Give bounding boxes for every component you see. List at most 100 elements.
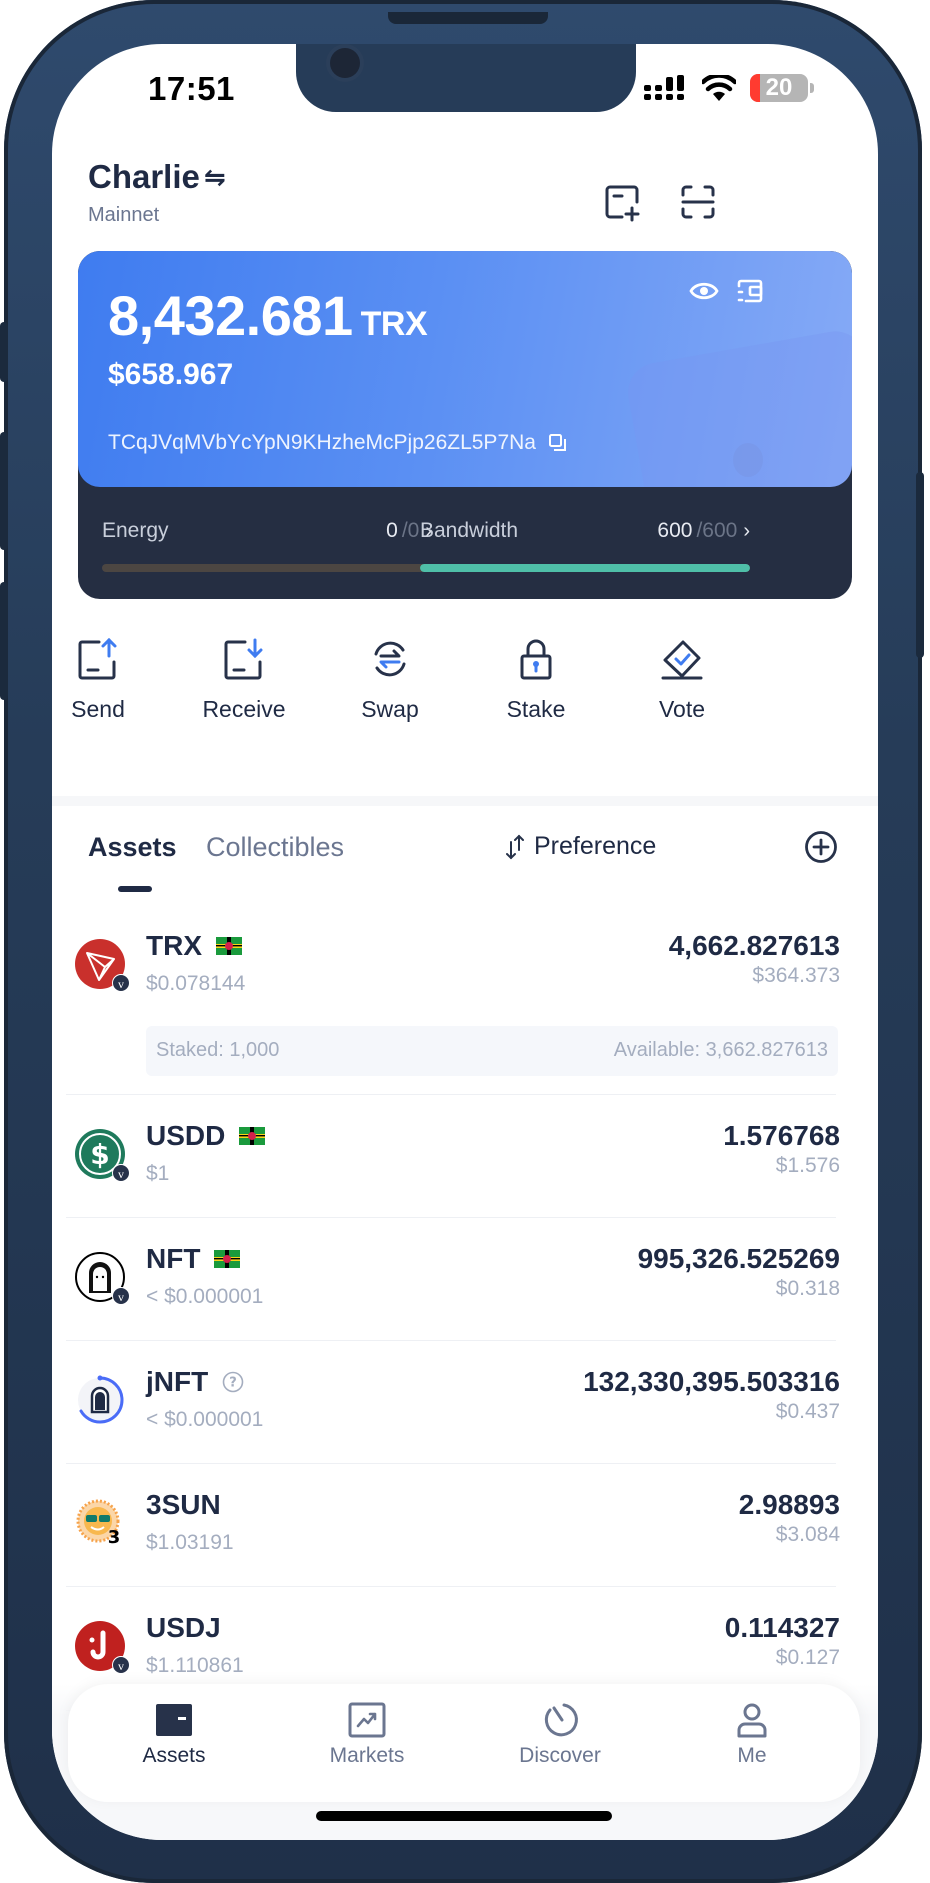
camera [330, 48, 360, 78]
quick-actions: Send Receive Swap Stake Vote [52, 636, 878, 756]
verified-badge: v [112, 974, 130, 992]
swap-button[interactable]: Swap [330, 636, 450, 723]
asset-usd-value: $3.084 [775, 1523, 840, 1546]
balance-card: 8,432.681 TRX $658.967 TCqJVqMVbYcYpN9KHz… [78, 251, 852, 599]
battery-icon: 20 [750, 74, 808, 102]
nav-assets[interactable]: Assets [114, 1702, 234, 1768]
asset-symbol: TRX [146, 930, 242, 962]
receive-button[interactable]: Receive [184, 636, 304, 723]
tab-collectibles[interactable]: Collectibles [206, 832, 344, 863]
asset-symbol-text: jNFT [146, 1366, 209, 1397]
asset-row-nft[interactable]: v NFT < $0.000001 995,326.525269 $0.318 [66, 1243, 864, 1343]
energy-label: Energy [102, 519, 169, 542]
cellular-signal-icon [644, 75, 684, 100]
add-token-icon[interactable] [804, 830, 838, 864]
speaker [388, 12, 548, 24]
status-time: 17:51 [148, 70, 235, 107]
send-icon [78, 637, 117, 680]
asset-price: $1.03191 [146, 1531, 234, 1554]
address-text: TCqJVqMVbYcYpN9KHzheMcPjp26ZL5P7Na [108, 431, 536, 454]
asset-balance: 0.114327 [724, 1612, 840, 1643]
energy-bar [102, 564, 432, 572]
verified-badge: v [112, 1287, 130, 1305]
send-button[interactable]: Send [52, 636, 158, 723]
asset-symbol-text: 3SUN [146, 1489, 221, 1520]
asset-symbol-text: NFT [146, 1243, 201, 1274]
receive-label: Receive [202, 696, 286, 722]
copy-icon[interactable] [548, 433, 568, 453]
nav-discover[interactable]: Discover [500, 1702, 620, 1768]
jnft-logo-icon [78, 1375, 124, 1424]
send-label: Send [71, 696, 125, 722]
swap-icon [374, 641, 406, 677]
bottom-nav: Assets Markets Discover Me [68, 1684, 860, 1802]
wallet-tab-icon [156, 1704, 192, 1736]
svg-text:$: $ [90, 1138, 109, 1171]
preference-label: Preference [534, 832, 657, 860]
wallet-address[interactable]: TCqJVqMVbYcYpN9KHzheMcPjp26ZL5P7Na [108, 431, 568, 455]
asset-usd-value: $0.318 [775, 1277, 840, 1300]
asset-symbol: jNFT ? [146, 1366, 244, 1398]
asset-symbol: USDJ [146, 1612, 221, 1644]
asset-row-3sun[interactable]: 3 3SUN $1.03191 2.98893 $3.084 [66, 1489, 864, 1589]
verified-badge: v [112, 1164, 130, 1182]
sort-icon [506, 834, 524, 859]
asset-row-jnft[interactable]: jNFT ? < $0.000001 132,330,395.503316 $0… [66, 1366, 864, 1466]
balance-amount: 8,432.681 TRX [108, 283, 428, 348]
divider [66, 1340, 836, 1341]
asset-usd-value: $364.373 [752, 964, 840, 987]
bandwidth-max: /600 [696, 519, 738, 542]
bandwidth-bar-fill [420, 564, 750, 572]
nav-discover-label: Discover [519, 1744, 601, 1767]
nav-me[interactable]: Me [692, 1702, 812, 1768]
section-separator [52, 796, 878, 806]
wifi-icon [702, 75, 736, 101]
asset-usd-value: $0.127 [775, 1646, 840, 1669]
balance-value: 8,432.681 [108, 284, 353, 347]
staked-amount: Staked: 1,000 [156, 1039, 280, 1061]
bandwidth-current: 600 [657, 519, 693, 542]
vote-button[interactable]: Vote [622, 636, 742, 723]
divider [66, 1094, 836, 1095]
eye-icon[interactable] [688, 275, 720, 307]
asset-balance: 995,326.525269 [637, 1243, 840, 1274]
flag-icon [216, 937, 242, 955]
screen: 17:51 20 Charlie ⇋ Mainnet 8,432.681 TRX… [52, 44, 878, 1840]
wallet-switcher[interactable]: Charlie ⇋ [88, 158, 226, 196]
vote-icon [661, 640, 703, 680]
staked-info: Staked: 1,000 Available: 3,662.827613 [146, 1026, 838, 1076]
3sun-logo-icon: 3 [76, 1499, 121, 1548]
asset-row-usdd[interactable]: $ v USDD $1 1.576768 $1.576 [66, 1120, 864, 1220]
divider [66, 1217, 836, 1218]
svg-text:?: ? [229, 1376, 237, 1391]
asset-price: $1 [146, 1162, 170, 1185]
asset-symbol: NFT [146, 1243, 241, 1275]
bandwidth-bar [420, 564, 750, 572]
scan-icon[interactable] [678, 182, 718, 222]
bandwidth-label: Bandwidth [420, 519, 519, 542]
chart-icon [348, 1702, 386, 1738]
asset-usd-value: $1.576 [775, 1154, 840, 1177]
help-icon[interactable]: ? [222, 1371, 244, 1393]
energy-current: 0 [386, 519, 398, 542]
asset-price: < $0.000001 [146, 1408, 264, 1431]
asset-balance: 1.576768 [723, 1120, 840, 1151]
asset-symbol: 3SUN [146, 1489, 221, 1521]
user-icon [737, 1703, 767, 1738]
preference-button[interactable]: Preference [506, 832, 656, 861]
network-label: Mainnet [88, 204, 160, 226]
asset-row-trx[interactable]: v TRX $0.078144 4,662.827613 $364.373 St… [66, 930, 864, 1090]
nav-markets[interactable]: Markets [307, 1702, 427, 1768]
chevron-right-icon: › [743, 519, 750, 542]
add-wallet-icon[interactable] [602, 182, 642, 222]
available-amount: Available: 3,662.827613 [613, 1039, 828, 1061]
wallet-icon[interactable] [734, 275, 766, 307]
stake-button[interactable]: Stake [476, 636, 596, 723]
asset-balance: 4,662.827613 [668, 930, 840, 961]
home-indicator[interactable] [316, 1811, 612, 1821]
tab-assets[interactable]: Assets [88, 832, 177, 863]
flag-icon [239, 1127, 266, 1145]
svg-text:3: 3 [108, 1527, 121, 1548]
asset-balance: 2.98893 [738, 1489, 840, 1520]
energy-max: /0 [401, 519, 420, 542]
